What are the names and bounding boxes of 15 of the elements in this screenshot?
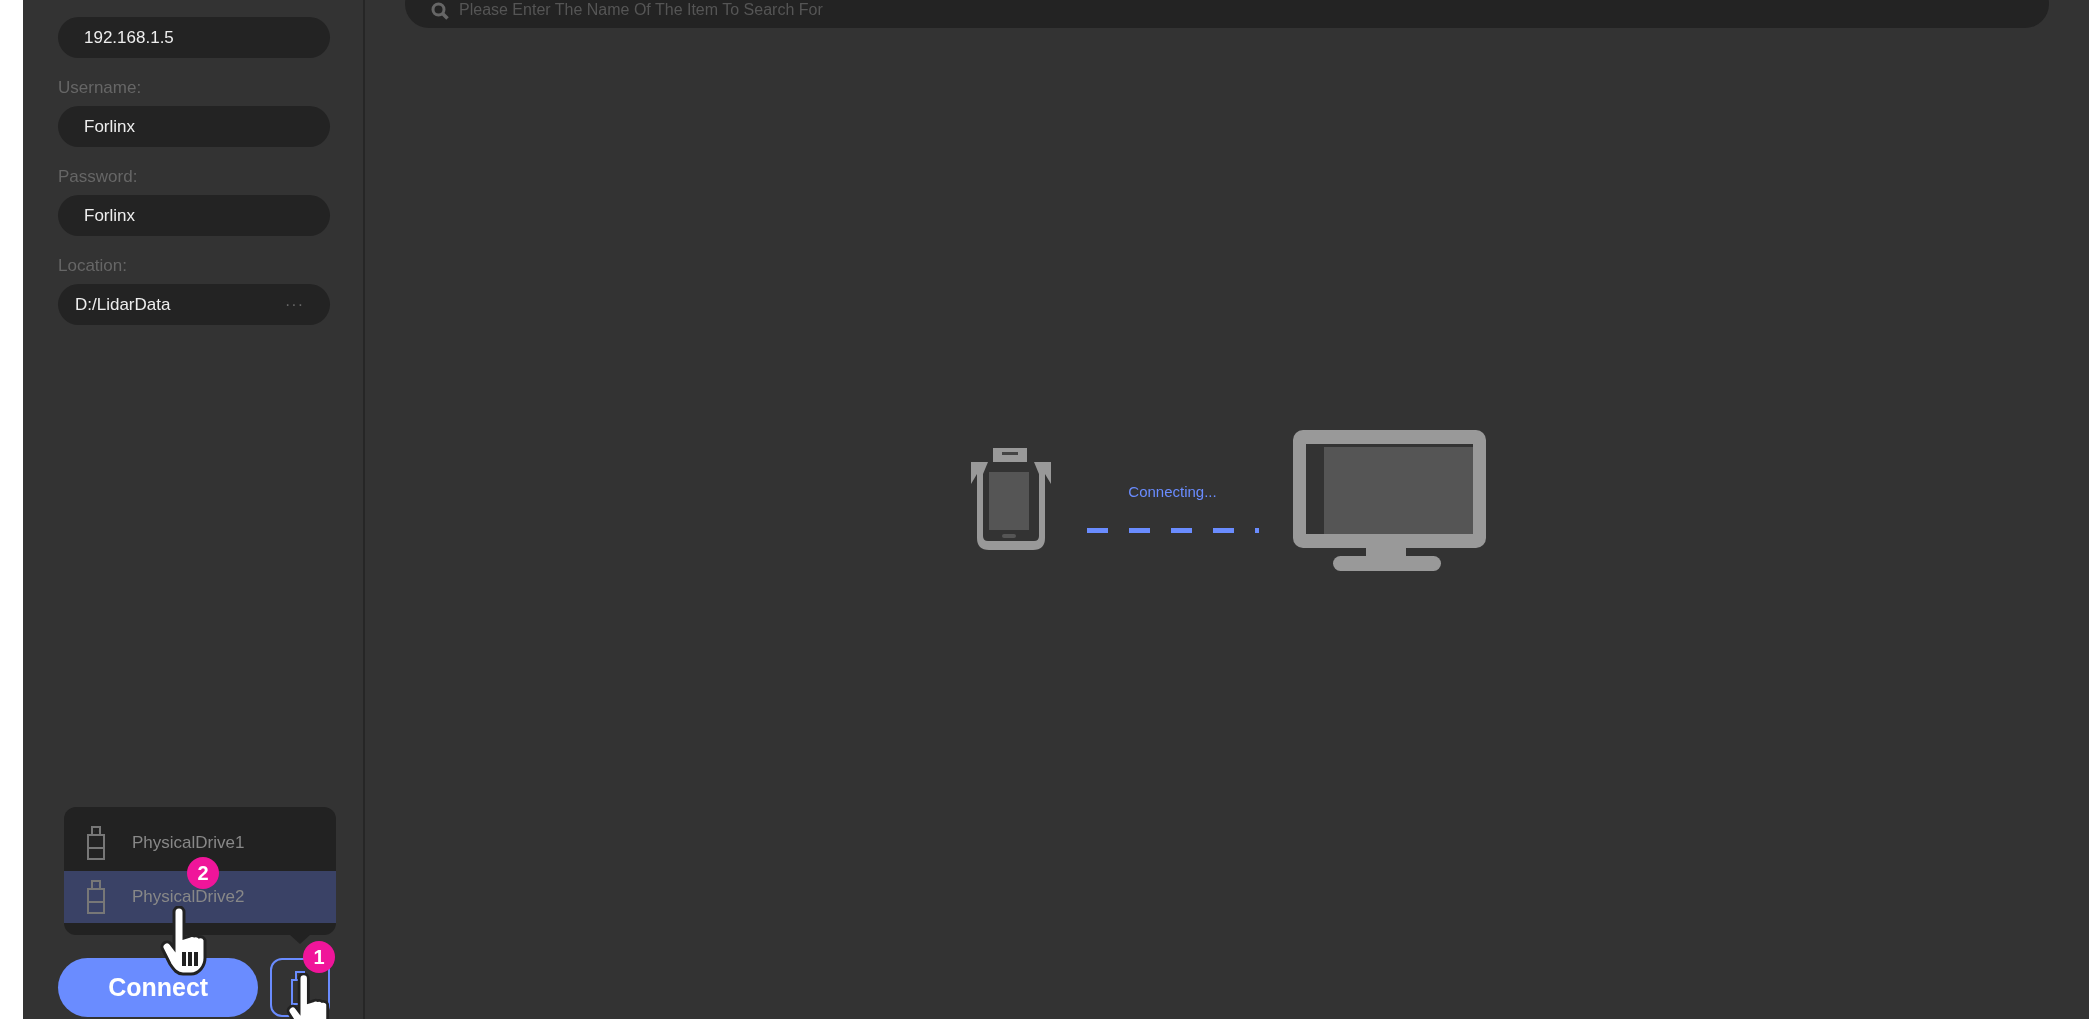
phone-icon	[968, 447, 1053, 550]
field-value: Forlinx	[84, 205, 135, 226]
connection-status: Connecting...	[1128, 482, 1217, 500]
usb-drive-icon	[86, 826, 106, 860]
step-badge: 1	[303, 941, 335, 973]
search-icon	[431, 2, 449, 20]
field-value: 192.168.1.5	[84, 27, 174, 48]
field-value: Forlinx	[84, 116, 135, 137]
input-field[interactable]: D:/LidarData ···	[58, 284, 330, 325]
usb-drive-icon	[86, 880, 106, 914]
monitor-icon	[1292, 429, 1486, 572]
input-field[interactable]: Forlinx	[58, 106, 330, 147]
field-value: D:/LidarData	[75, 294, 171, 315]
input-field[interactable]: Forlinx	[58, 195, 330, 236]
input-field[interactable]: 192.168.1.5	[58, 17, 330, 58]
